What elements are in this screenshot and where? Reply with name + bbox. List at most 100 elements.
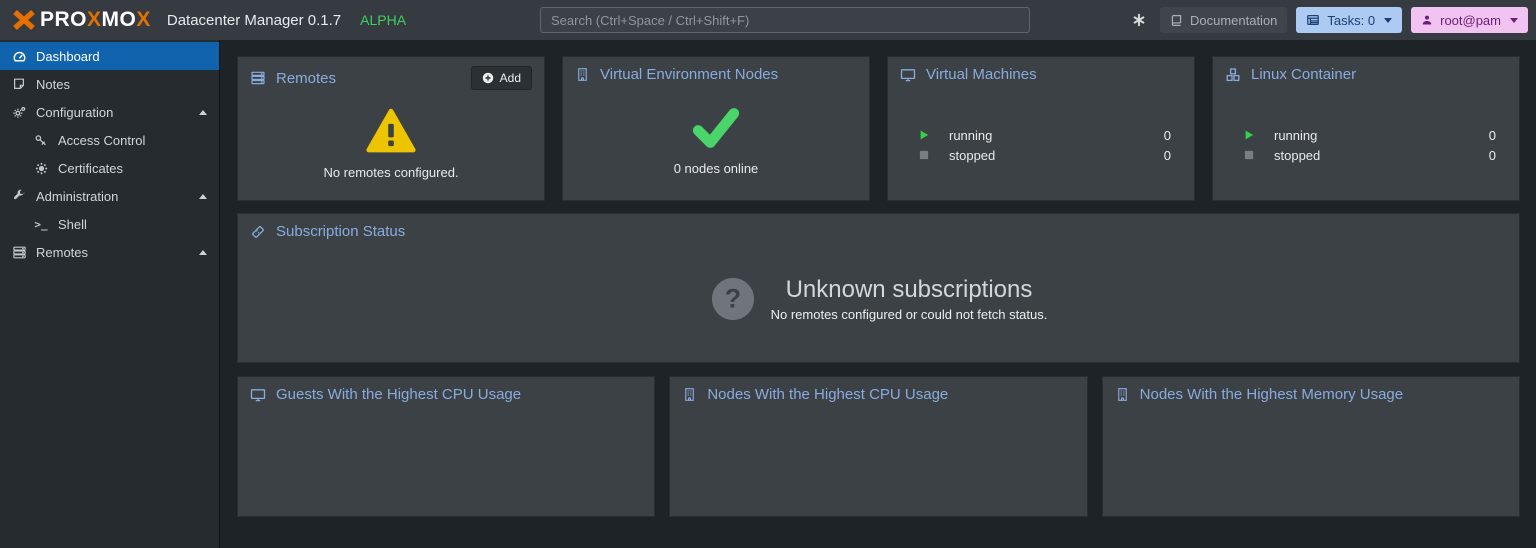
search-input[interactable] (540, 7, 1030, 33)
panel-title: Virtual Machines (926, 66, 1037, 83)
sidebar-item-label: Notes (36, 76, 70, 92)
tachometer-icon (10, 49, 28, 64)
user-icon (1421, 14, 1433, 26)
book-icon (1170, 14, 1183, 27)
sidebar-item-remotes[interactable]: Remotes (0, 238, 219, 266)
proxmox-logo: PROXMOX (12, 8, 151, 32)
sidebar-item-label: Access Control (58, 132, 146, 148)
sidebar-item-label: Administration (36, 188, 119, 204)
panel-title: Guests With the Highest CPU Usage (276, 386, 522, 403)
sidebar-item-shell[interactable]: >_ Shell (0, 210, 219, 238)
header-actions: Documentation Tasks: 0 root@pam (1132, 7, 1528, 33)
stat-label: running (1274, 127, 1318, 143)
vm-running-row: running 0 (888, 125, 1194, 145)
nodes-memory-panel: Nodes With the Highest Memory Usage (1101, 376, 1520, 517)
building-icon (1115, 387, 1130, 402)
panel-title: Nodes With the Highest CPU Usage (707, 386, 949, 403)
top-bar: PROXMOX Datacenter Manager 0.1.7 ALPHA D… (0, 0, 1536, 40)
check-icon (690, 106, 742, 150)
sidebar-item-administration[interactable]: Administration (0, 182, 219, 210)
plus-circle-icon (482, 72, 494, 84)
chevron-up-icon[interactable] (199, 193, 207, 199)
sidebar-item-notes[interactable]: Notes (0, 70, 219, 98)
user-label: root@pam (1440, 12, 1501, 28)
virtual-machines-panel: Virtual Machines running 0 stopped 0 (887, 56, 1195, 201)
nodes-online-message: 0 nodes online (673, 160, 759, 176)
stat-label: stopped (949, 147, 996, 163)
theme-asterisk-icon[interactable] (1132, 13, 1146, 27)
vm-stopped-row: stopped 0 (888, 145, 1194, 165)
sidebar-item-dashboard[interactable]: Dashboard (0, 42, 219, 70)
stat-label: running (949, 127, 993, 143)
cubes-icon (1225, 67, 1241, 83)
nodes-panel: Virtual Environment Nodes 0 nodes online (562, 56, 870, 201)
chevron-down-icon (1510, 17, 1518, 23)
certificate-icon (32, 162, 50, 175)
linux-container-panel: Linux Container running 0 stopped 0 (1212, 56, 1520, 201)
panel-title: Nodes With the Highest Memory Usage (1139, 386, 1404, 403)
user-menu-button[interactable]: root@pam (1411, 7, 1528, 33)
building-icon (575, 67, 590, 82)
play-icon (918, 129, 932, 141)
add-remote-button[interactable]: Add (470, 66, 532, 90)
gears-icon (10, 105, 28, 120)
add-label: Add (499, 71, 521, 85)
stat-value: 0 (1488, 147, 1496, 163)
panel-title: Remotes (276, 69, 337, 87)
stat-value: 0 (1163, 147, 1171, 163)
proxmox-logo-text: PROXMOX (40, 8, 151, 31)
warning-icon (365, 108, 417, 154)
stop-square-icon (918, 149, 932, 161)
panel-title: Subscription Status (276, 223, 406, 240)
building-icon (682, 387, 697, 402)
question-circle-icon: ? (710, 276, 756, 322)
remotes-panel: Remotes Add No remotes configured. (237, 56, 545, 201)
server-icon (10, 245, 28, 260)
stat-label: stopped (1274, 147, 1321, 163)
proxmox-x-icon (12, 9, 36, 31)
note-icon (10, 77, 28, 91)
guests-cpu-panel: Guests With the Highest CPU Usage (237, 376, 656, 517)
sidebar-item-label: Remotes (36, 244, 89, 260)
sidebar-item-certificates[interactable]: Certificates (0, 154, 219, 182)
sidebar-item-label: Certificates (58, 160, 124, 176)
tasks-button[interactable]: Tasks: 0 (1296, 7, 1403, 33)
documentation-button[interactable]: Documentation (1159, 7, 1288, 33)
chevron-up-icon[interactable] (199, 249, 207, 255)
terminal-icon: >_ (34, 217, 48, 231)
ticket-icon (250, 224, 266, 240)
documentation-label: Documentation (1189, 12, 1278, 28)
panel-title: Linux Container (1251, 66, 1357, 83)
chevron-down-icon (1384, 17, 1393, 23)
lxc-running-row: running 0 (1213, 125, 1519, 145)
subscription-status-panel: Subscription Status ? Unknown subscripti… (237, 213, 1520, 363)
wrench-icon (10, 189, 28, 203)
sidebar-item-access-control[interactable]: Access Control (0, 126, 219, 154)
sidebar-item-label: Configuration (36, 104, 114, 120)
panel-title: Virtual Environment Nodes (600, 66, 779, 83)
chevron-up-icon[interactable] (199, 109, 207, 115)
subscription-subtext: No remotes configured or could not fetch… (770, 307, 1048, 322)
alpha-badge: ALPHA (360, 12, 407, 28)
stat-value: 0 (1163, 127, 1171, 143)
sidebar: Dashboard Notes Configuration Access Con… (0, 40, 220, 548)
server-icon (250, 70, 266, 86)
nodes-cpu-panel: Nodes With the Highest CPU Usage (669, 376, 1088, 517)
play-icon (1243, 129, 1257, 141)
task-list-icon (1306, 13, 1320, 27)
remotes-empty-message: No remotes configured. (323, 165, 459, 180)
lxc-stopped-row: stopped 0 (1213, 145, 1519, 165)
app-title: Datacenter Manager 0.1.7 (166, 11, 342, 29)
sidebar-item-label: Shell (58, 216, 87, 232)
sidebar-item-configuration[interactable]: Configuration (0, 98, 219, 126)
monitor-icon (900, 67, 916, 83)
key-icon (32, 133, 50, 147)
monitor-icon (250, 387, 266, 403)
subscription-headline: Unknown subscriptions (785, 276, 1033, 303)
tasks-label: Tasks: 0 (1327, 12, 1376, 28)
dashboard-content: Remotes Add No remotes configured. Virtu… (221, 40, 1536, 548)
sidebar-item-label: Dashboard (36, 48, 100, 64)
stat-value: 0 (1488, 127, 1496, 143)
svg-text:?: ? (724, 284, 740, 314)
stop-square-icon (1243, 149, 1257, 161)
